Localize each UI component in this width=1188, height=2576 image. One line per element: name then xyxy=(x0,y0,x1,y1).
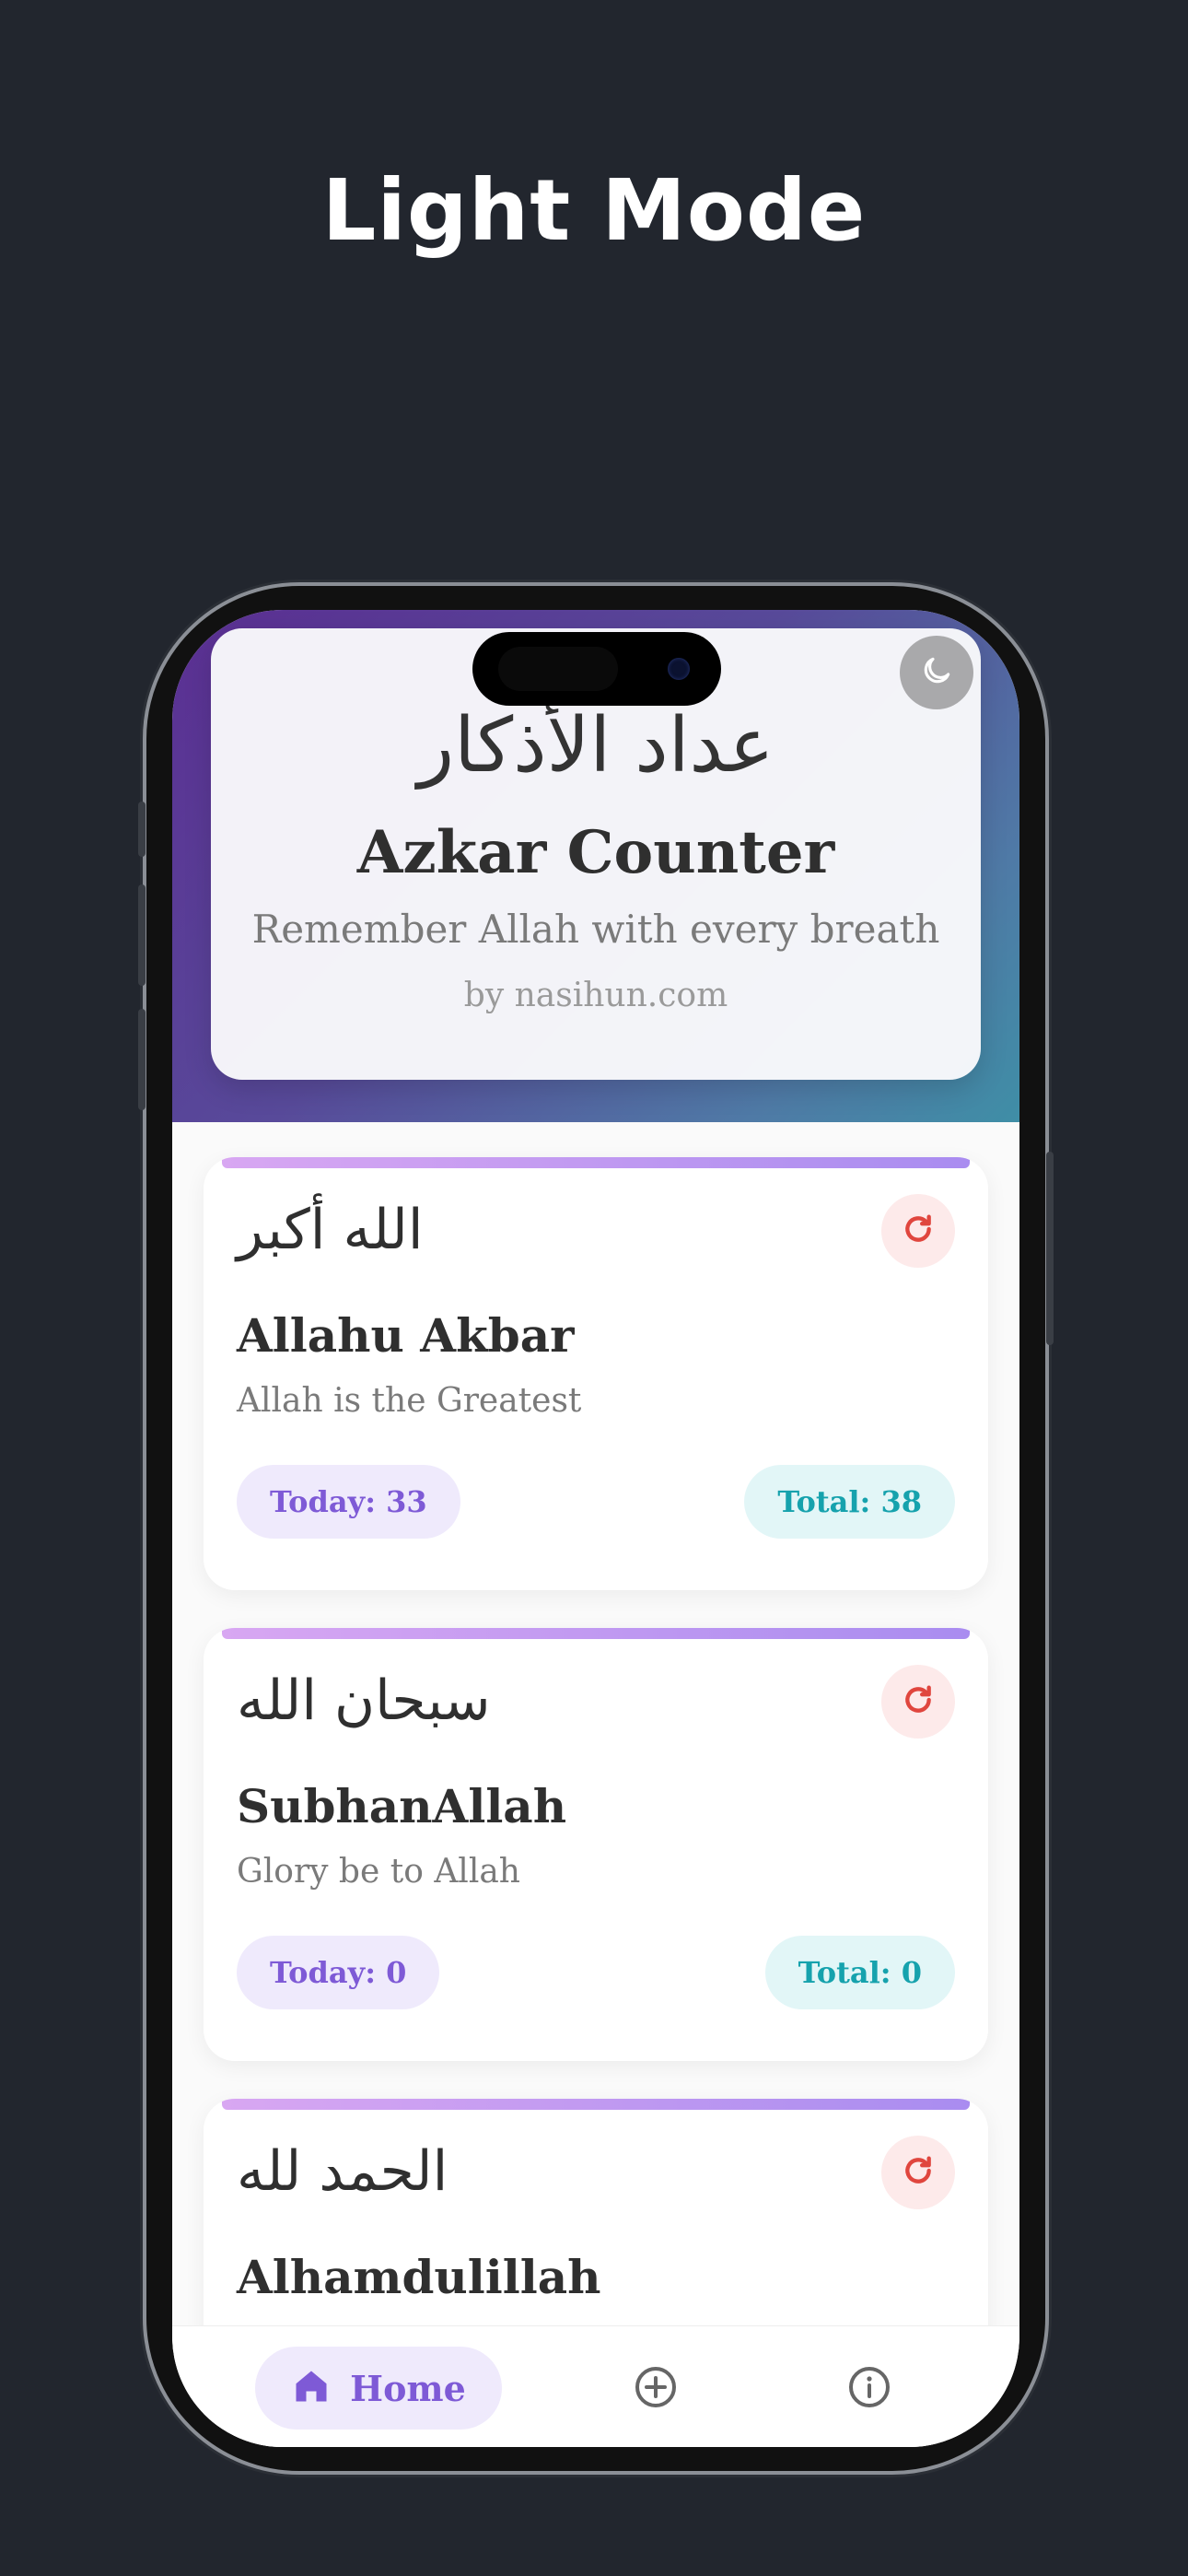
theme-toggle-button[interactable] xyxy=(900,636,973,709)
zikr-arabic: الحمد لله xyxy=(237,2139,448,2204)
volume-up-button xyxy=(138,884,146,986)
app-title: Azkar Counter xyxy=(356,818,835,887)
dynamic-island xyxy=(472,632,721,706)
zikr-arabic: الله أكبر xyxy=(237,1198,424,1262)
zikr-name: Alhamdulillah xyxy=(237,2250,601,2304)
moon-icon xyxy=(919,653,954,692)
card-accent-bar xyxy=(222,2099,970,2110)
power-button xyxy=(1046,1152,1054,1345)
azkar-card-subhanallah[interactable]: سبحان الله SubhanAllah Glory be to Allah… xyxy=(204,1628,988,2061)
plus-circle-icon xyxy=(634,2365,678,2413)
front-camera xyxy=(668,658,690,680)
app-subtitle: Remember Allah with every breath xyxy=(251,907,940,952)
today-count-badge: Today: 33 xyxy=(237,1465,460,1539)
zikr-name: SubhanAllah xyxy=(237,1779,567,1833)
nav-home-button[interactable]: Home xyxy=(255,2347,502,2430)
app-credit: by nasihun.com xyxy=(463,977,728,1014)
card-accent-bar xyxy=(222,1157,970,1168)
total-count-badge: Total: 0 xyxy=(764,1936,955,2009)
zikr-meaning: Glory be to Allah xyxy=(237,1853,520,1891)
bottom-navigation: Home xyxy=(172,2325,1019,2447)
zikr-name: Allahu Akbar xyxy=(237,1308,575,1363)
home-icon xyxy=(291,2366,332,2410)
action-button xyxy=(138,802,146,857)
zikr-arabic: سبحان الله xyxy=(237,1669,491,1733)
refresh-icon xyxy=(900,1681,937,1722)
header-arabic-title: عداد الأذكار xyxy=(417,702,775,790)
nav-info-button[interactable] xyxy=(845,2365,893,2413)
zikr-meaning: Allah is the Greatest xyxy=(237,1382,582,1420)
nav-add-button[interactable] xyxy=(632,2365,680,2413)
reset-button[interactable] xyxy=(881,2136,955,2209)
azkar-card-allahu-akbar[interactable]: الله أكبر Allahu Akbar Allah is the Grea… xyxy=(204,1157,988,1590)
refresh-icon xyxy=(900,1211,937,1251)
app-screen: عداد الأذكار Azkar Counter Remember Alla… xyxy=(172,610,1019,2447)
card-accent-bar xyxy=(222,1628,970,1639)
page-heading: Light Mode xyxy=(321,161,867,260)
total-count-badge: Total: 38 xyxy=(744,1465,955,1539)
refresh-icon xyxy=(900,2152,937,2193)
reset-button[interactable] xyxy=(881,1665,955,1739)
info-icon xyxy=(847,2365,891,2413)
reset-button[interactable] xyxy=(881,1194,955,1268)
island-sensor xyxy=(498,647,618,691)
today-count-badge: Today: 0 xyxy=(237,1936,440,2009)
volume-down-button xyxy=(138,1009,146,1110)
nav-home-label: Home xyxy=(350,2367,466,2409)
